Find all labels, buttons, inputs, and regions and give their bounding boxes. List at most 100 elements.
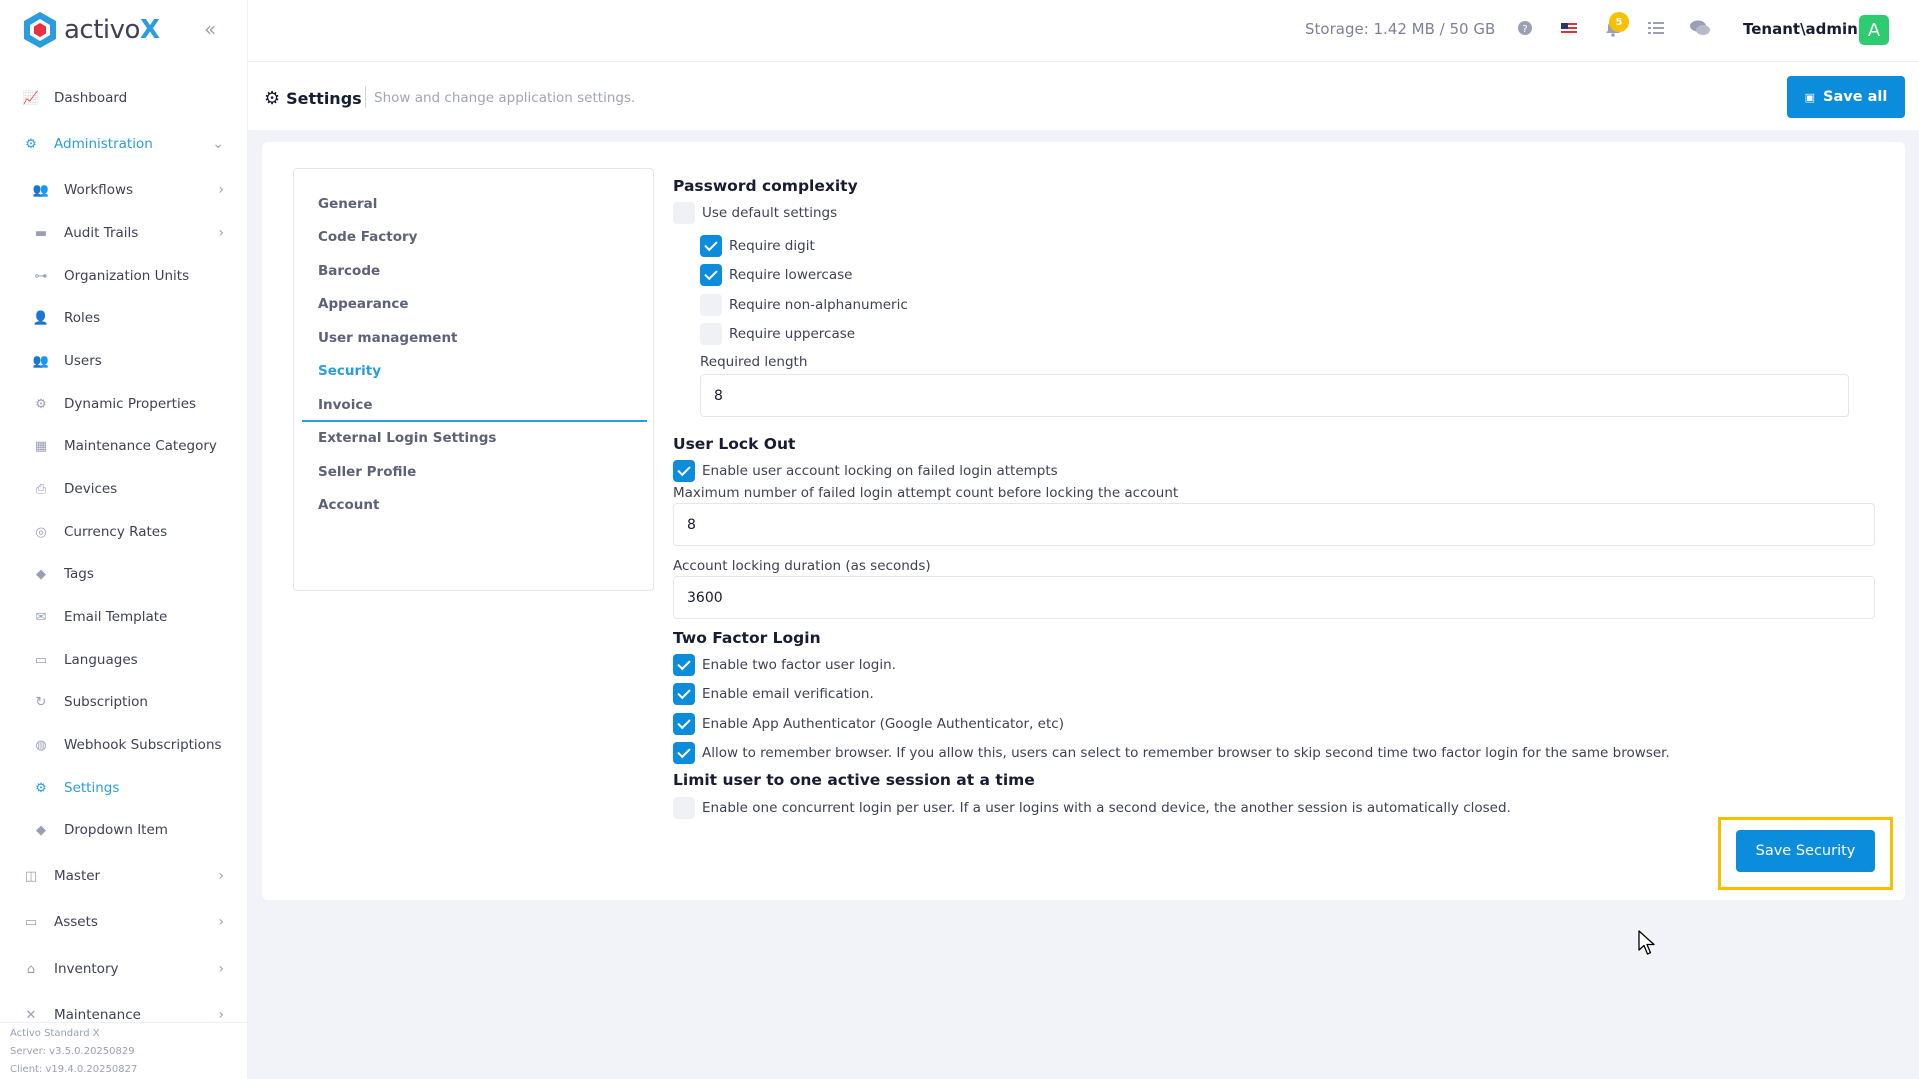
help-icon[interactable]: ?	[1517, 20, 1533, 40]
sidebar-item-audit-trails[interactable]: ▬ Audit Trails ›	[0, 218, 248, 248]
checkbox[interactable]	[673, 654, 695, 676]
tab-account[interactable]: Account	[318, 497, 379, 513]
lock-duration-input[interactable]	[673, 576, 1875, 619]
sidebar-item-dashboard[interactable]: 📈 Dashboard	[0, 83, 248, 113]
tasks-icon[interactable]	[1648, 20, 1664, 39]
save-icon: ▣	[1804, 90, 1816, 104]
chat-icon[interactable]	[1690, 20, 1710, 40]
enable-two-factor-checkbox[interactable]: Enable two factor user login.	[673, 654, 896, 676]
save-security-button[interactable]: Save Security	[1736, 830, 1875, 872]
sidebar-item-maintenance-category[interactable]: ▦ Maintenance Category	[0, 431, 248, 461]
checkbox[interactable]	[700, 235, 722, 257]
us-flag-icon[interactable]	[1561, 20, 1577, 39]
sidebar-item-administration[interactable]: ⚙ Administration ⌄	[0, 129, 248, 159]
tab-code-factory[interactable]: Code Factory	[318, 229, 417, 245]
checkbox[interactable]	[673, 202, 695, 224]
require-digit-checkbox[interactable]: Require digit	[700, 235, 815, 257]
sidebar-item-email-template[interactable]: ✉ Email Template	[0, 602, 248, 632]
sidebar-item-settings[interactable]: ⚙ Settings	[0, 773, 248, 803]
sidebar-item-label: Tags	[64, 566, 94, 582]
remember-browser-checkbox[interactable]: Allow to remember browser. If you allow …	[673, 742, 1670, 764]
require-nonalphanumeric-checkbox[interactable]: Require non-alphanumeric	[700, 294, 908, 316]
tab-security[interactable]: Security	[318, 363, 381, 379]
sidebar-item-label: Master	[54, 868, 101, 884]
checkbox[interactable]	[673, 683, 695, 705]
enable-app-authenticator-checkbox[interactable]: Enable App Authenticator (Google Authent…	[673, 713, 1064, 735]
sidebar-item-label: Email Template	[64, 609, 168, 625]
sidebar-item-organization-units[interactable]: ⊶ Organization Units	[0, 261, 248, 291]
sidebar-item-label: Assets	[54, 914, 98, 930]
sidebar-item-webhook-subscriptions[interactable]: ◍ Webhook Subscriptions	[0, 730, 248, 760]
sidebar-item-label: Settings	[64, 780, 120, 796]
user-name[interactable]: Tenant\admin	[1743, 20, 1858, 38]
checkbox[interactable]	[700, 264, 722, 286]
users-icon: 👥	[32, 182, 50, 198]
sidebar-item-master[interactable]: ◫ Master ›	[0, 861, 248, 891]
sidebar-item-assets[interactable]: ▭ Assets ›	[0, 907, 248, 937]
tab-general[interactable]: General	[318, 196, 377, 212]
sidebar-item-tags[interactable]: ◆ Tags	[0, 559, 248, 589]
enable-lockout-checkbox[interactable]: Enable user account locking on failed lo…	[673, 460, 1058, 482]
laptop-icon: ▭	[24, 914, 38, 930]
tab-seller-profile[interactable]: Seller Profile	[318, 464, 416, 480]
tab-external-login-settings[interactable]: External Login Settings	[318, 430, 496, 446]
mouse-cursor-icon	[1638, 930, 1655, 955]
warehouse-icon: ⌂	[26, 961, 36, 977]
sidebar-item-users[interactable]: 👥 Users	[0, 346, 248, 376]
topbar: Storage: 1.42 MB / 50 GB ? 5 Tenant\admi…	[248, 0, 1919, 62]
sidebar-item-subscription[interactable]: ↻ Subscription	[0, 687, 248, 717]
session-limit-heading: Limit user to one active session at a ti…	[673, 771, 1035, 789]
sidebar-item-label: Webhook Subscriptions	[64, 737, 222, 753]
use-default-settings-checkbox[interactable]: Use default settings	[673, 202, 837, 224]
chevron-right-icon: ›	[218, 868, 224, 884]
sidebar-item-dynamic-properties[interactable]: ⚙ Dynamic Properties	[0, 389, 248, 419]
sidebar-item-label: Maintenance	[54, 1007, 141, 1023]
sidebar-item-workflows[interactable]: 👥 Workflows ›	[0, 175, 248, 205]
gear-icon: ⚙	[35, 396, 47, 412]
collapse-sidebar-icon[interactable]: «	[204, 17, 216, 41]
tab-appearance[interactable]: Appearance	[318, 296, 409, 312]
checkbox[interactable]	[673, 742, 695, 764]
user-lockout-heading: User Lock Out	[673, 435, 796, 453]
required-length-input[interactable]	[700, 374, 1849, 417]
required-length-label: Required length	[700, 354, 808, 370]
active-tab-underline	[302, 420, 647, 422]
tab-barcode[interactable]: Barcode	[318, 263, 380, 279]
tab-invoice[interactable]: Invoice	[318, 397, 373, 413]
checkbox[interactable]	[700, 323, 722, 345]
sidebar-item-roles[interactable]: 👤 Roles	[0, 303, 248, 333]
avatar[interactable]: A	[1859, 15, 1889, 45]
refresh-icon: ↻	[35, 694, 47, 710]
sidebar-item-label: Currency Rates	[64, 524, 168, 540]
sidebar-item-label: Dynamic Properties	[64, 396, 197, 412]
checkbox[interactable]	[673, 797, 695, 819]
sidebar-item-label: Subscription	[64, 694, 148, 710]
tab-user-management[interactable]: User management	[318, 330, 458, 346]
max-attempts-input[interactable]	[673, 503, 1875, 546]
require-uppercase-checkbox[interactable]: Require uppercase	[700, 323, 855, 345]
sidebar-item-label: Users	[64, 353, 102, 369]
page-description: Show and change application settings.	[374, 90, 636, 106]
sidebar-item-languages[interactable]: ▭ Languages	[0, 645, 248, 675]
sidebar-item-currency-rates[interactable]: ◎ Currency Rates	[0, 517, 248, 547]
printer-icon: ⎙	[35, 481, 47, 497]
logo[interactable]: activoX	[22, 10, 160, 50]
cogs-icon: ⚙	[25, 136, 37, 152]
sidebar-item-label: Inventory	[54, 961, 119, 977]
sidebar-item-label: Roles	[64, 310, 101, 326]
sidebar-item-inventory[interactable]: ⌂ Inventory ›	[0, 954, 248, 984]
sidebar-item-maintenance[interactable]: ✕ Maintenance ›	[0, 1000, 248, 1030]
enable-email-verification-checkbox[interactable]: Enable email verification.	[673, 683, 874, 705]
chevron-down-icon: ⌄	[212, 136, 224, 152]
one-session-checkbox[interactable]: Enable one concurrent login per user. If…	[673, 797, 1511, 819]
checkbox[interactable]	[673, 460, 695, 482]
checkbox[interactable]	[700, 294, 722, 316]
sidebar-item-dropdown-item[interactable]: ◆ Dropdown Item	[0, 815, 248, 845]
save-all-button[interactable]: ▣ Save all	[1787, 76, 1905, 118]
sidebar-item-devices[interactable]: ⎙ Devices	[0, 474, 248, 504]
require-lowercase-checkbox[interactable]: Require lowercase	[700, 264, 852, 286]
checkbox[interactable]	[673, 713, 695, 735]
subheader: ⚙ Settings Show and change application s…	[248, 62, 1919, 130]
tools-icon: ✕	[25, 1007, 37, 1023]
settings-tabs: General Code Factory Barcode Appearance User…	[293, 168, 654, 591]
